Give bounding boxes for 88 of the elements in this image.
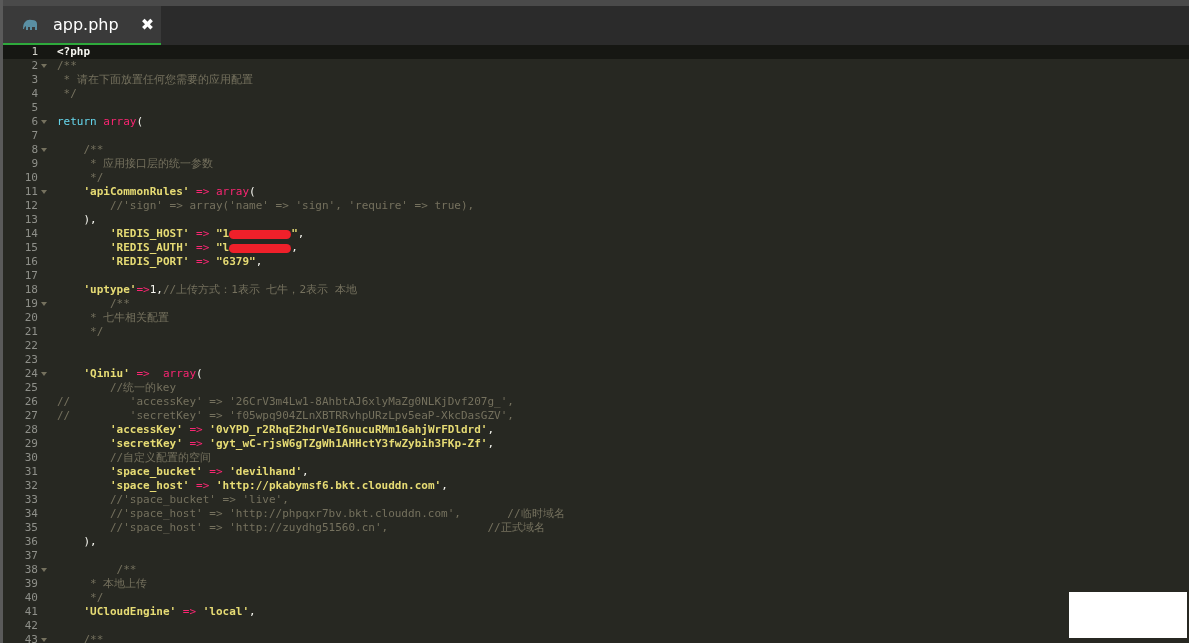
fold-arrow-icon[interactable] [41,302,47,306]
fold-arrow-icon[interactable] [41,120,47,124]
line-number: 23 [24,353,38,367]
line-number: 17 [24,269,38,283]
line-number: 33 [24,493,38,507]
code-line: */ [89,591,104,605]
line-number: 22 [24,339,38,353]
line-number: 9 [31,157,38,171]
line-number: 27 [24,409,38,423]
line-number: 11 [24,185,38,199]
code-line: // 'secretKey' => 'f05wpq904ZLnXBTRRvhpURzLpv5eaP-XkcDasGZV', [56,409,514,423]
code-line: ), [82,535,97,549]
line-number: 38 [24,563,38,577]
line-number: 5 [31,101,38,115]
line-number: 24 [24,367,38,381]
line-number: 1 [31,45,38,59]
line-number: 12 [24,199,38,213]
fold-arrow-icon[interactable] [41,372,47,376]
line-number: 16 [24,255,38,269]
code-line: 'REDIS_AUTH' => "l , [108,241,298,255]
code-line: 'UCloudEngine' => 'local', [82,605,256,619]
code-line: ), [82,213,97,227]
code-line: 'accessKey' => '0vYPD_r2RhqE2hdrVeI6nucuRMm16ahjWrFDldrd', [108,423,495,437]
code-line: // 'accessKey' => '26CrV3m4Lw1-8AhbtAJ6xlyMaZg0NLKjDvf207g_', [56,395,514,409]
line-number: 35 [24,521,38,535]
fold-arrow-icon[interactable] [41,148,47,152]
code-line: 'uptype'=>1,//上传方式：1表示 七牛，2表示 本地 [82,283,357,297]
close-button[interactable]: ✖ [140,15,155,34]
code-line: 'secretKey' => 'gyt_wC-rjsW6gTZgWh1AHHctY3fwZybih3FKp-Zf', [108,437,495,451]
code-line: 'apiCommonRules' => array( [82,185,256,199]
code-line: //'space_host' => 'http://zuydhg51560.cn', //正式域名 [108,521,545,535]
code-line: */ [89,325,104,339]
code-line: return array( [56,115,144,129]
fold-arrow-icon[interactable] [41,568,47,572]
fold-arrow-icon[interactable] [41,638,47,642]
code-line: /** [108,297,130,311]
line-number: 30 [24,451,38,465]
line-number: 36 [24,535,38,549]
line-number: 40 [24,591,38,605]
line-number: 7 [31,129,38,143]
code-line: 'space_host' => 'http://pkabymsf6.bkt.clouddn.com', [108,479,448,493]
code-line: * 请在下面放置任何您需要的应用配置 [62,73,253,87]
code-line: 'REDIS_HOST' => "1 ", [108,227,305,241]
code-line: 'space_bucket' => 'devilhand', [108,465,309,479]
line-number: 15 [24,241,38,255]
code-line: * 七牛相关配置 [89,311,170,325]
code-line: //'space_host' => 'http://phpqxr7bv.bkt.clouddn.com', //临时域名 [108,507,565,521]
fold-arrow-icon[interactable] [41,190,47,194]
line-number: 34 [24,507,38,521]
line-number: 43 [24,633,38,643]
line-number: 32 [24,479,38,493]
code-line: /** [115,563,137,577]
line-number: 26 [24,395,38,409]
line-number: 29 [24,437,38,451]
line-number: 4 [31,87,38,101]
code-line: /** [82,143,104,157]
line-number: 20 [24,311,38,325]
line-number: 41 [24,605,38,619]
line-number: 3 [31,73,38,87]
fold-arrow-icon[interactable] [41,64,47,68]
line-number: 6 [31,115,38,129]
line-number: 8 [31,143,38,157]
line-number: 39 [24,577,38,591]
line-number: 19 [24,297,38,311]
elephant-icon [23,18,39,31]
code-line: //'sign' => array('name' => 'sign', 'require' => true), [108,199,475,213]
line-number: 2 [31,59,38,73]
file-tab[interactable]: app.php ✖ [3,6,161,45]
line-number: 42 [24,619,38,633]
line-number: 37 [24,549,38,563]
line-number: 25 [24,381,38,395]
code-line: /** [56,59,77,73]
code-line: 'Qiniu' => array( [82,367,203,381]
line-number: 28 [24,423,38,437]
line-number: 14 [24,227,38,241]
code-line: <?php [56,45,91,59]
code-line: */ [62,87,77,101]
line-number: 13 [24,213,38,227]
line-number: 21 [24,325,38,339]
code-line: //'space_bucket' => 'live', [108,493,289,507]
code-line: * 本地上传 [89,577,148,591]
code-line: //自定义配置的空间 [108,451,212,465]
code-line: */ [89,171,104,185]
code-line: 'REDIS_PORT' => "6379", [108,255,263,269]
line-number: 10 [24,171,38,185]
line-number: 31 [24,465,38,479]
tab-label: app.php [53,15,119,34]
line-number: 18 [24,283,38,297]
